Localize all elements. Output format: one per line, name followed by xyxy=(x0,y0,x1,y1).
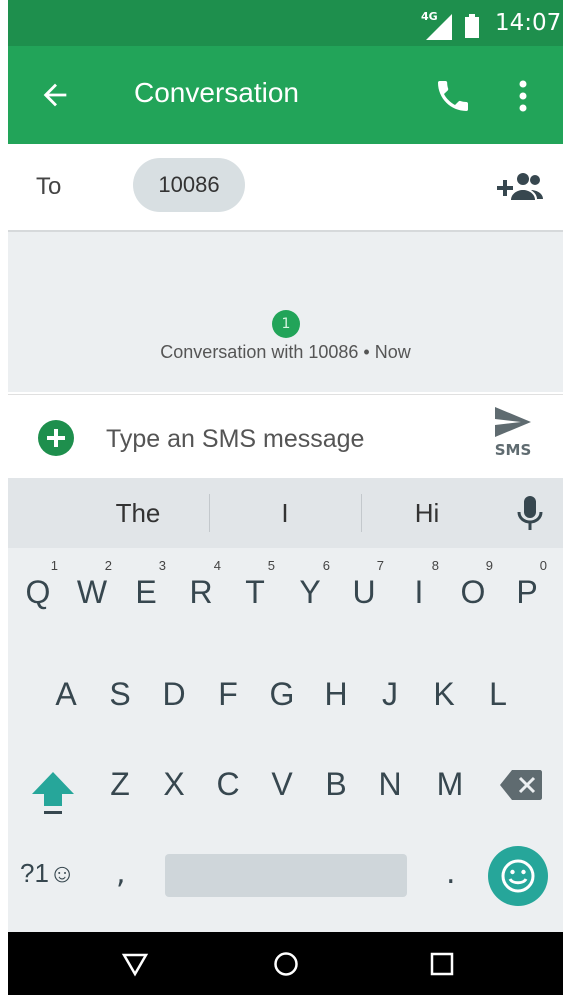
key-u[interactable]: 7U xyxy=(338,554,390,628)
conversation-area: 1 Conversation with 10086 • Now xyxy=(8,232,563,392)
key-n[interactable]: N xyxy=(364,746,416,820)
send-icon xyxy=(495,407,531,437)
home-nav-icon[interactable] xyxy=(272,950,300,978)
status-bar: 4G 14:07 xyxy=(8,0,563,46)
send-label: SMS xyxy=(494,441,532,459)
recents-nav-icon[interactable] xyxy=(428,950,456,978)
signal-icon xyxy=(426,14,452,40)
send-button[interactable]: SMS xyxy=(488,405,538,471)
shift-icon[interactable] xyxy=(30,768,76,818)
conversation-info: Conversation with 10086 • Now xyxy=(160,342,411,362)
key-x[interactable]: X xyxy=(148,746,200,820)
key-r[interactable]: 4R xyxy=(175,554,227,628)
recipient-chip[interactable]: 10086 xyxy=(133,158,245,212)
message-input[interactable] xyxy=(104,415,468,463)
symbols-key[interactable]: ?1☺ xyxy=(20,858,75,889)
message-count-badge: 1 xyxy=(272,310,300,338)
back-nav-icon[interactable] xyxy=(121,950,149,978)
key-a[interactable]: A xyxy=(40,656,92,730)
smiley-icon xyxy=(501,859,535,893)
more-options-icon[interactable] xyxy=(513,76,533,116)
key-f[interactable]: F xyxy=(202,656,254,730)
key-e[interactable]: 3E xyxy=(120,554,172,628)
suggestion-1[interactable]: The xyxy=(58,478,218,548)
key-period[interactable]: . xyxy=(446,856,456,891)
key-z[interactable]: Z xyxy=(94,746,146,820)
key-v[interactable]: V xyxy=(256,746,308,820)
spacebar[interactable] xyxy=(165,854,407,897)
key-j[interactable]: J xyxy=(364,656,416,730)
key-w[interactable]: 2W xyxy=(66,554,118,628)
suggestion-2[interactable]: I xyxy=(209,478,361,548)
battery-icon xyxy=(465,14,479,38)
suggestion-strip: The I Hi xyxy=(8,478,563,548)
key-o[interactable]: 9O xyxy=(447,554,499,628)
key-s[interactable]: S xyxy=(94,656,146,730)
add-attachment-icon[interactable] xyxy=(38,420,74,456)
key-p[interactable]: 0P xyxy=(501,554,553,628)
clock: 14:07 xyxy=(495,10,562,36)
key-m[interactable]: M xyxy=(424,746,476,820)
back-arrow-icon[interactable] xyxy=(38,78,72,112)
recipient-row: To 10086 xyxy=(8,144,563,232)
key-i[interactable]: 8I xyxy=(393,554,445,628)
key-g[interactable]: G xyxy=(256,656,308,730)
key-k[interactable]: K xyxy=(418,656,470,730)
to-label: To xyxy=(36,173,62,200)
key-q[interactable]: 1Q xyxy=(12,554,64,628)
key-d[interactable]: D xyxy=(148,656,200,730)
backspace-icon[interactable] xyxy=(500,770,542,800)
key-b[interactable]: B xyxy=(310,746,362,820)
keyboard: The I Hi 1Q 2W 3E 4R 5T 6Y 7U 8I 9O 0P A… xyxy=(8,478,563,932)
key-c[interactable]: C xyxy=(202,746,254,820)
key-y[interactable]: 6Y xyxy=(284,554,336,628)
emoji-button[interactable] xyxy=(488,846,548,906)
key-l[interactable]: L xyxy=(472,656,524,730)
compose-bar: SMS xyxy=(8,394,563,479)
phone-icon[interactable] xyxy=(433,76,473,116)
app-bar: Conversation xyxy=(8,46,563,144)
key-h[interactable]: H xyxy=(310,656,362,730)
navigation-bar xyxy=(8,932,563,995)
add-contact-icon[interactable] xyxy=(493,168,543,206)
key-t[interactable]: 5T xyxy=(229,554,281,628)
key-comma[interactable]: , xyxy=(116,856,126,891)
page-title: Conversation xyxy=(134,77,299,108)
suggestion-3[interactable]: Hi xyxy=(361,478,493,548)
microphone-icon[interactable] xyxy=(516,496,544,532)
